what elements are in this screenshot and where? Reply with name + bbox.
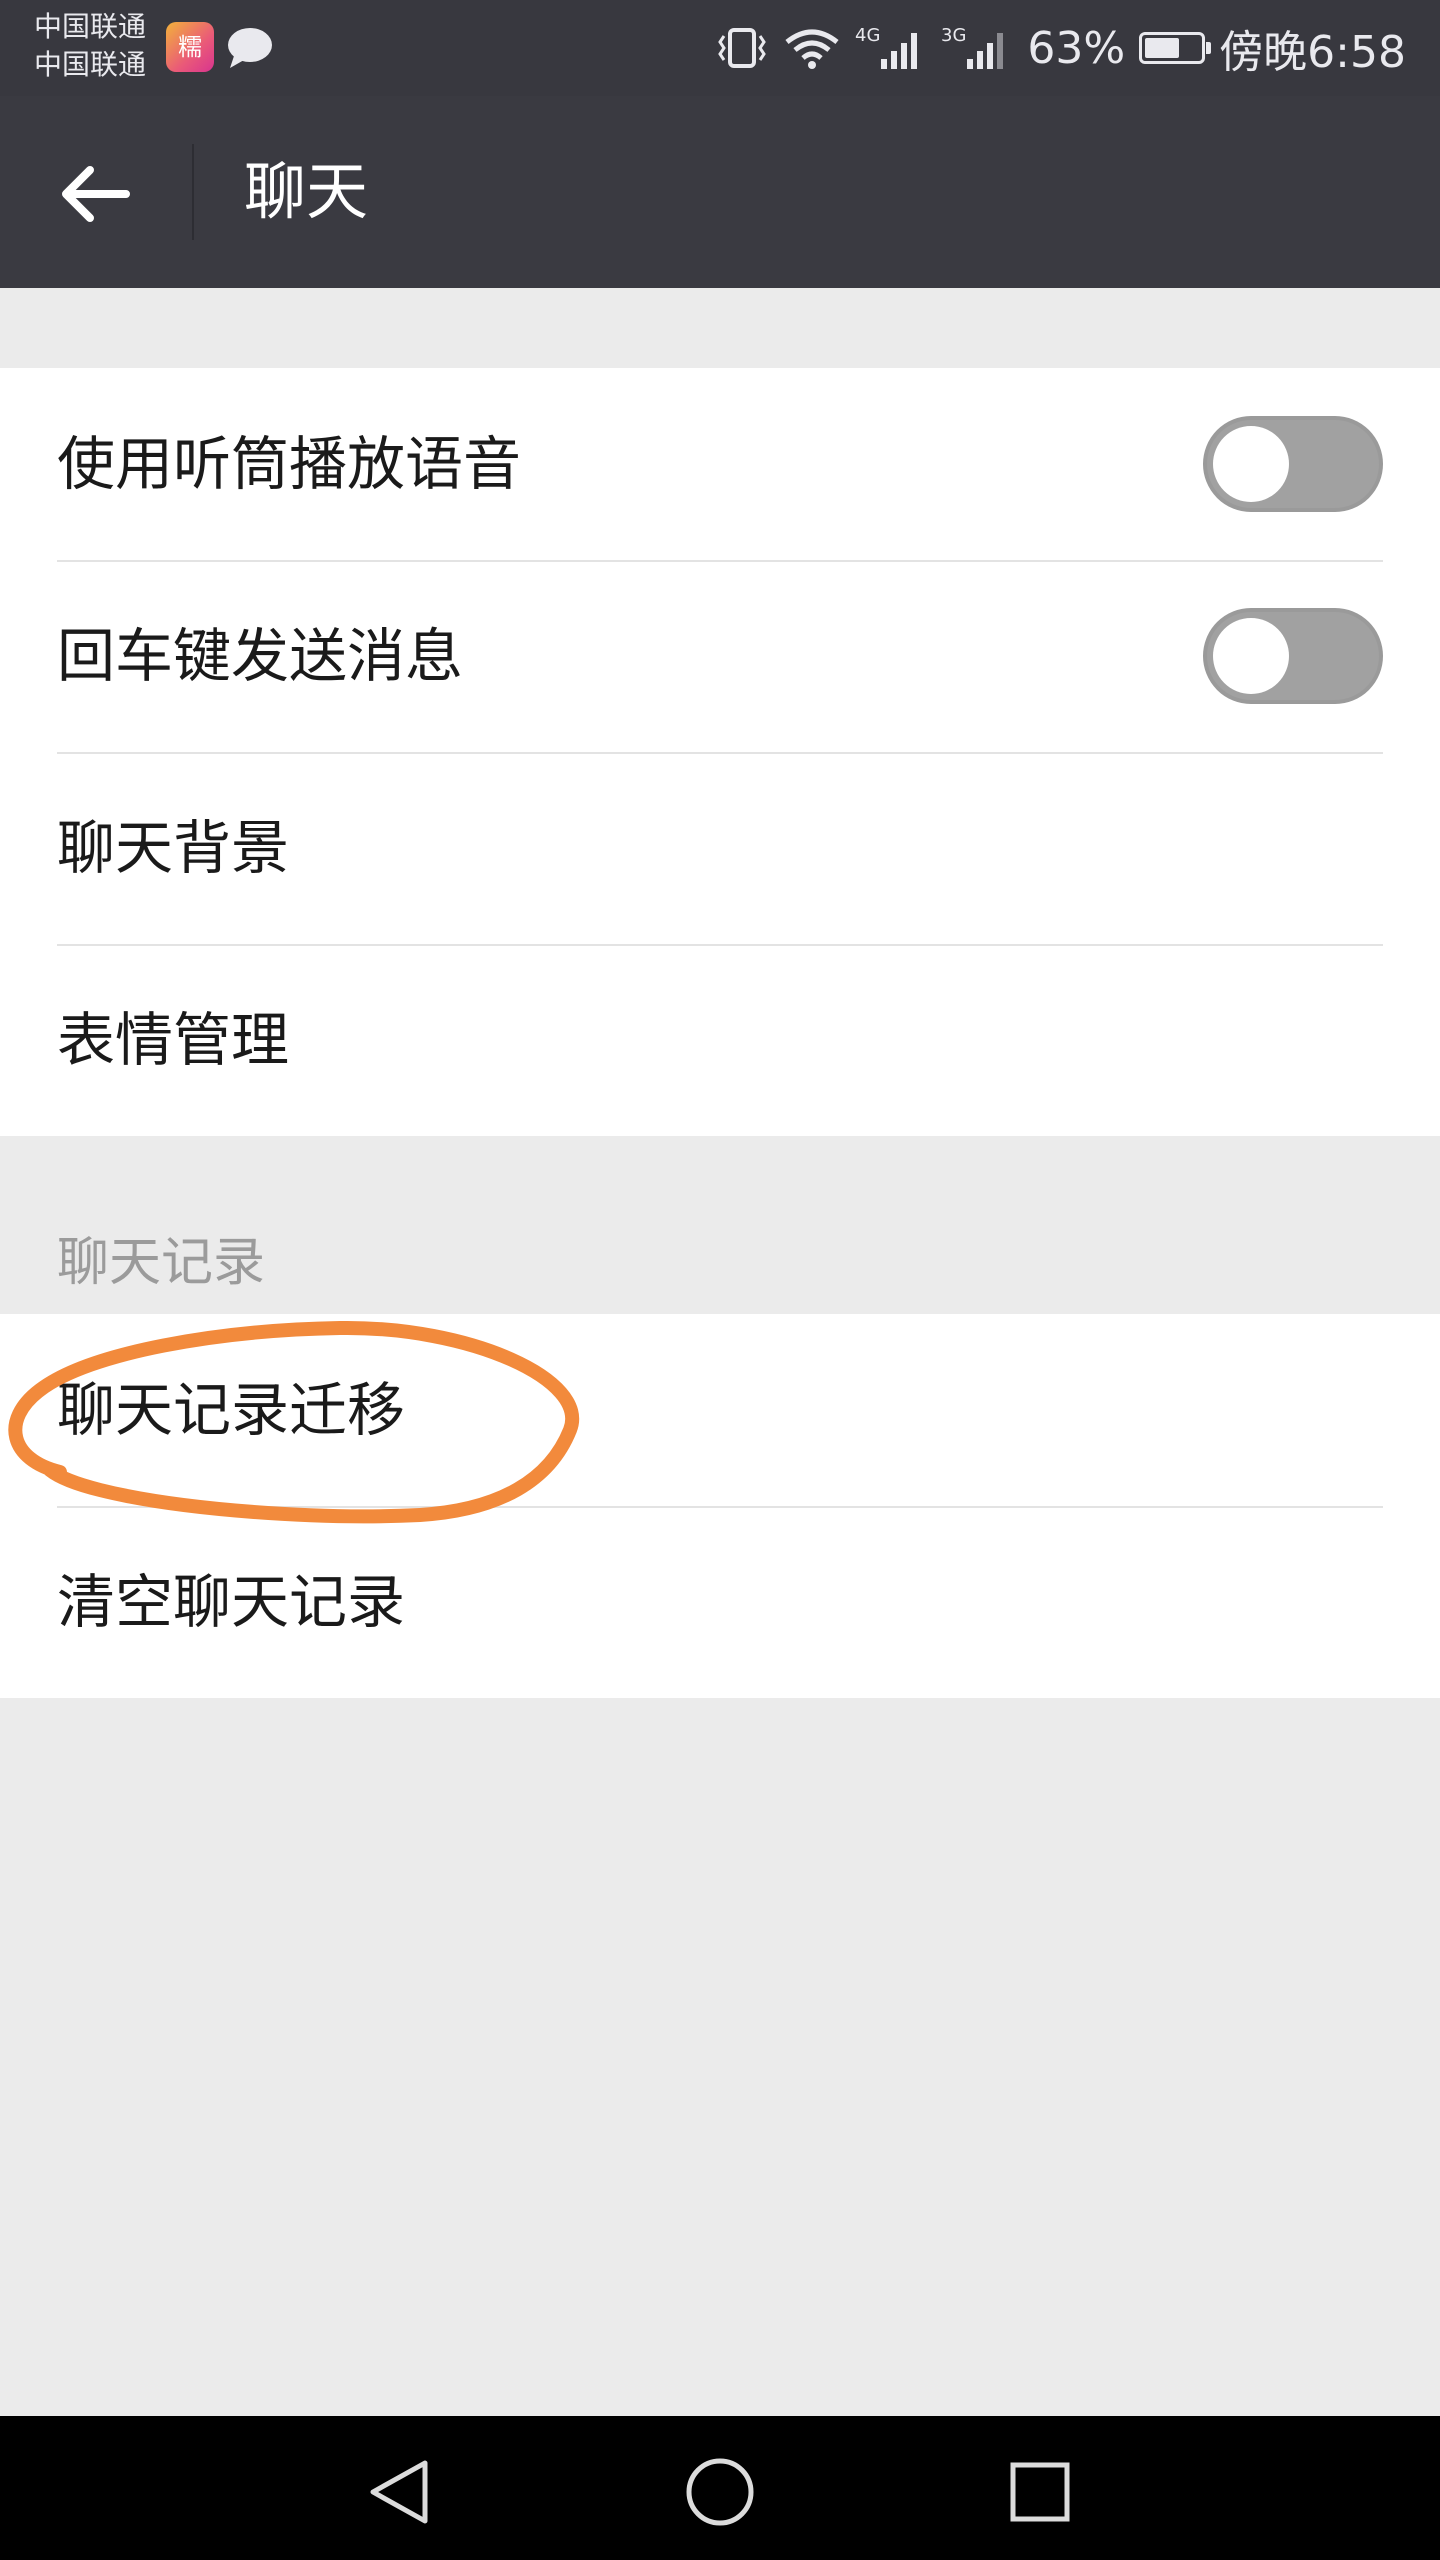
earpiece-toggle[interactable] — [1203, 416, 1383, 512]
system-nav-bar — [0, 2416, 1440, 2560]
toggle-knob — [1213, 618, 1289, 694]
nav-bar: 聊天 — [0, 96, 1440, 288]
setting-row-earpiece[interactable]: 使用听筒播放语音 — [0, 368, 1440, 560]
battery-percent: 63% — [1027, 22, 1126, 74]
section-header-chat-history: 聊天记录 — [57, 1233, 266, 1293]
signal-3g-icon: 3G — [941, 25, 1004, 69]
circle-home-icon — [686, 2458, 754, 2526]
enter-send-toggle[interactable] — [1203, 608, 1383, 704]
setting-row-sticker-management[interactable]: 表情管理 — [0, 944, 1440, 1136]
chat-bubble-icon — [228, 28, 272, 68]
nav-divider — [192, 144, 194, 240]
app-notification-icon: 糯 — [166, 22, 214, 72]
vibrate-icon — [718, 28, 767, 68]
carrier-2: 中国联通 — [34, 48, 147, 81]
setting-label-clear-history: 清空聊天记录 — [57, 1568, 406, 1636]
setting-label-chat-background: 聊天背景 — [57, 814, 290, 882]
setting-row-chat-background[interactable]: 聊天背景 — [0, 752, 1440, 944]
arrow-left-icon — [62, 166, 130, 222]
square-recents-icon — [1010, 2462, 1070, 2522]
clock: 傍晚6:58 — [1219, 27, 1406, 78]
carrier-1: 中国联通 — [34, 10, 147, 43]
network-2-label: 3G — [941, 25, 966, 46]
setting-row-migrate-history[interactable]: 聊天记录迁移 — [0, 1314, 1440, 1506]
status-bar: 中国联通 中国联通 糯 4G 3G 63% 傍晚6:58 — [0, 0, 1440, 96]
settings-group-general: 使用听筒播放语音 回车键发送消息 聊天背景 表情管理 — [0, 368, 1440, 1136]
carrier-labels: 中国联通 中国联通 — [34, 8, 146, 84]
triangle-back-icon — [370, 2460, 428, 2524]
system-recents-button[interactable] — [1000, 2452, 1080, 2532]
setting-label-earpiece: 使用听筒播放语音 — [57, 430, 522, 498]
setting-label-sticker-management: 表情管理 — [57, 1006, 290, 1074]
network-1-label: 4G — [855, 25, 880, 46]
toggle-knob — [1213, 426, 1289, 502]
battery-icon — [1139, 32, 1212, 64]
setting-label-migrate-history: 聊天记录迁移 — [57, 1376, 406, 1444]
settings-group-chat-history: 聊天记录迁移 清空聊天记录 — [0, 1314, 1440, 1698]
setting-row-enter-send[interactable]: 回车键发送消息 — [0, 560, 1440, 752]
system-back-button[interactable] — [360, 2452, 440, 2532]
back-button[interactable] — [48, 146, 144, 242]
signal-4g-icon: 4G — [855, 25, 918, 69]
system-home-button[interactable] — [680, 2452, 760, 2532]
battery-fill — [1145, 38, 1180, 58]
wifi-icon — [785, 29, 839, 69]
status-indicators: 4G 3G 63% 傍晚6:58 — [701, 0, 1406, 96]
page-title: 聊天 — [244, 155, 369, 228]
setting-row-clear-history[interactable]: 清空聊天记录 — [0, 1506, 1440, 1698]
setting-label-enter-send: 回车键发送消息 — [57, 622, 464, 690]
